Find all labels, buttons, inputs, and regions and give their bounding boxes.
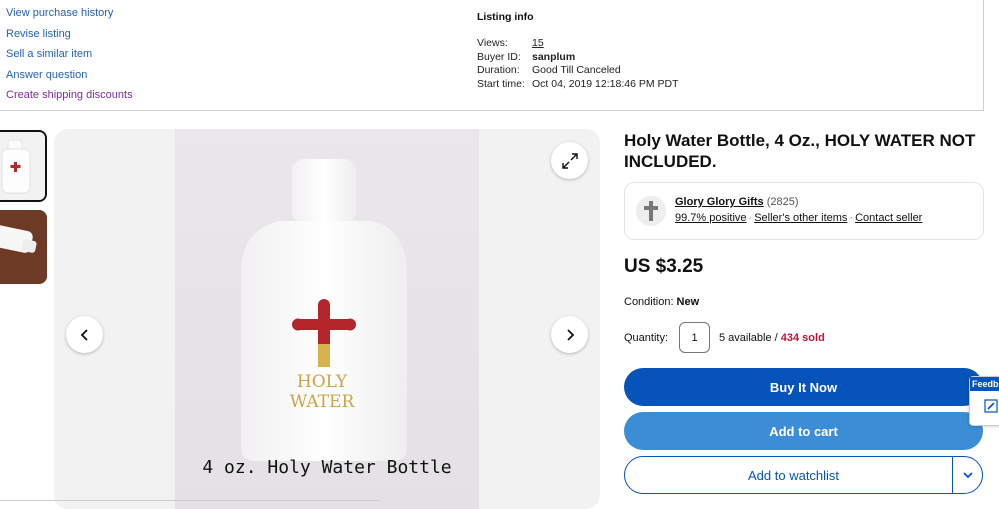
- feedback-tab[interactable]: Feedb: [969, 376, 999, 426]
- duration-row: Duration: Good Till Canceled: [477, 64, 679, 78]
- seller-name-link[interactable]: Glory Glory Gifts: [675, 196, 764, 208]
- seller-avatar[interactable]: [636, 196, 666, 226]
- available-text: 5 available /: [719, 332, 781, 344]
- main-product-image[interactable]: HOLY WATER: [175, 129, 479, 509]
- views-value[interactable]: 15: [532, 37, 544, 51]
- duration-label: Duration:: [477, 64, 520, 76]
- chevron-left-icon: [80, 328, 88, 341]
- expand-image-button[interactable]: [551, 142, 588, 179]
- seller-logo-icon: [636, 196, 666, 226]
- expand-icon: [561, 152, 578, 169]
- buy-it-now-button[interactable]: Buy It Now: [624, 368, 983, 406]
- views-label: Views:: [477, 37, 508, 49]
- quantity-label: Quantity:: [624, 332, 669, 344]
- product-title: Holy Water Bottle, 4 Oz., HOLY WATER NOT…: [624, 131, 976, 171]
- thumbnail-1[interactable]: [0, 130, 47, 202]
- buyer-id-value: sanplum: [532, 50, 576, 63]
- bottle-label-water: WATER: [290, 392, 356, 412]
- buyer-id-row: Buyer ID: sanplum: [477, 51, 679, 65]
- seller-links: 99.7% positive · Seller's other items · Cont…: [675, 212, 923, 224]
- views-row: Views: 15: [477, 37, 679, 51]
- start-time-row: Start time: Oct 04, 2019 12:18:46 PM PDT: [477, 78, 679, 92]
- listing-info: Listing info Views: 15 Buyer ID: sanplum…: [477, 11, 679, 91]
- contact-seller-link[interactable]: Contact seller: [855, 212, 922, 224]
- condition: Condition: New: [624, 296, 699, 308]
- chevron-down-icon[interactable]: [961, 468, 975, 482]
- add-to-watchlist-button[interactable]: Add to watchlist: [624, 456, 983, 494]
- seller-name-row: Glory Glory Gifts (2825): [675, 196, 799, 208]
- bottle-label-holy: HOLY: [297, 372, 348, 392]
- holy-water-bottle-image: HOLY WATER: [241, 159, 407, 461]
- view-purchase-history-link[interactable]: View purchase history: [6, 3, 133, 24]
- condition-label: Condition:: [624, 296, 674, 308]
- answer-question-link[interactable]: Answer question: [6, 65, 133, 86]
- image-caption: 4 oz. Holy Water Bottle: [202, 457, 452, 478]
- start-time-value: Oct 04, 2019 12:18:46 PM PDT: [532, 77, 679, 90]
- sold-count: 434 sold: [780, 332, 825, 344]
- listing-summary-panel: View purchase history Revise listing Sel…: [0, 0, 984, 111]
- create-shipping-discounts-link[interactable]: Create shipping discounts: [6, 85, 133, 106]
- sell-similar-item-link[interactable]: Sell a similar item: [6, 44, 133, 65]
- revise-listing-link[interactable]: Revise listing: [6, 24, 133, 45]
- chevron-right-icon: [566, 328, 574, 341]
- price: US $3.25: [624, 256, 704, 277]
- add-to-watchlist-label: Add to watchlist: [748, 467, 840, 483]
- seller-feedback-count: (2825): [766, 196, 799, 208]
- duration-value: Good Till Canceled: [532, 64, 621, 76]
- horizontal-scrollbar[interactable]: [0, 500, 380, 505]
- availability: 5 available / 434 sold: [719, 332, 825, 344]
- bottle-thumbnail-image: [0, 132, 45, 200]
- action-links: View purchase history Revise listing Sel…: [6, 3, 133, 106]
- condition-value: New: [676, 296, 700, 308]
- listing-info-title: Listing info: [477, 11, 534, 23]
- feedback-tab-label: Feedb: [970, 377, 999, 391]
- thumbnail-2[interactable]: [0, 210, 47, 284]
- buyer-id-label: Buyer ID:: [477, 50, 521, 63]
- quantity-input[interactable]: 1: [679, 322, 710, 353]
- seller-positive-link[interactable]: 99.7% positive: [675, 212, 747, 224]
- edit-icon: [984, 399, 998, 413]
- next-image-button[interactable]: [551, 316, 588, 353]
- seller-other-items-link[interactable]: Seller's other items: [754, 212, 847, 224]
- seller-card: Glory Glory Gifts (2825) 99.7% positive ·…: [624, 182, 984, 240]
- start-time-label: Start time:: [477, 77, 525, 90]
- image-gallery: HOLY WATER 4 oz. Holy Water Bottle: [54, 129, 600, 509]
- add-to-cart-button[interactable]: Add to cart: [624, 412, 983, 450]
- bottle-side-thumbnail-image: [0, 210, 47, 284]
- previous-image-button[interactable]: [66, 316, 103, 353]
